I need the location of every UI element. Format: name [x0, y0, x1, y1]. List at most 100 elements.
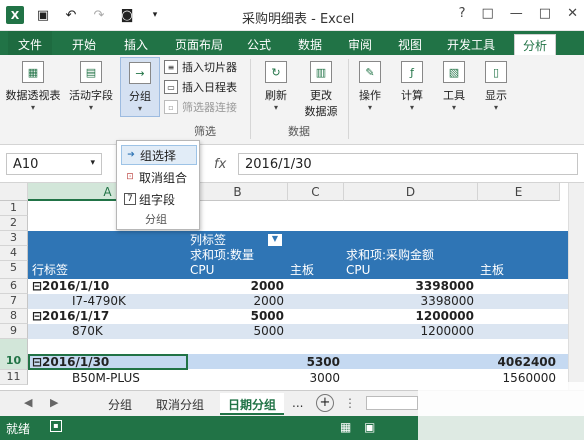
chevron-down-icon: ▾ [30, 103, 35, 112]
horizontal-scrollbar[interactable] [366, 396, 418, 410]
row-header[interactable]: 1 [0, 201, 28, 216]
row-header-selected[interactable]: 10 [0, 339, 28, 370]
date-group-label[interactable]: ⊟2016/1/10 [32, 279, 109, 294]
insert-slicer-button[interactable]: ≡ 插入切片器 [164, 59, 237, 75]
minimize-icon[interactable]: — [510, 6, 523, 21]
date-group-label[interactable]: ⊟2016/1/30 [32, 355, 109, 370]
tab-developer[interactable]: 开发工具 [447, 31, 495, 52]
tab-analyze[interactable]: 分析 [514, 34, 557, 55]
name-box[interactable]: A10 ▾ [6, 153, 102, 175]
filter-group-label: 筛选 [194, 125, 216, 138]
mainboard-header: 主板 [480, 263, 505, 277]
actions-button[interactable]: ✎ 操作 ▾ [352, 61, 388, 112]
save-icon[interactable]: ▣ [34, 6, 52, 24]
insert-function-button[interactable]: fx [214, 157, 226, 172]
pivot-table-button[interactable]: ▦ 数据透视表 ▾ [4, 61, 62, 112]
column-header-d[interactable]: D [344, 183, 478, 201]
pivot-table-icon: ▦ [22, 61, 44, 83]
row-header[interactable]: 6 [0, 279, 28, 294]
group-button[interactable]: → 分组 ▾ [120, 57, 160, 117]
change-source-label-1: 更改 [310, 89, 332, 102]
value-cell: 1200000 [420, 324, 474, 338]
column-header-e[interactable]: E [478, 183, 560, 201]
mainboard-header: 主板 [290, 263, 315, 277]
sheet-tab-active[interactable]: 日期分组 [220, 393, 285, 415]
help-icon[interactable]: ? [459, 6, 466, 21]
sheet-tab[interactable]: 取消分组 [148, 393, 212, 415]
tab-insert[interactable]: 插入 [124, 31, 148, 52]
macro-record-icon[interactable]: ▪ [50, 420, 62, 432]
window-title: 采购明细表 - Excel [242, 12, 355, 27]
add-sheet-icon[interactable]: + [316, 394, 334, 412]
more-sheets[interactable]: ... [284, 393, 311, 415]
tools-button[interactable]: ▧ 工具 ▾ [436, 61, 472, 112]
group-selection-label: 组选择 [140, 148, 177, 163]
row-header[interactable]: 8 [0, 309, 28, 324]
row-header[interactable]: 2 [0, 216, 28, 231]
active-field-button[interactable]: ▤ 活动字段 ▾ [64, 61, 118, 112]
page-layout-view-icon[interactable]: ▣ [364, 420, 375, 434]
select-all-corner[interactable] [0, 183, 28, 201]
tab-formulas[interactable]: 公式 [247, 31, 271, 52]
restore-ribbon-icon[interactable]: □ [482, 6, 494, 21]
refresh-button[interactable]: ↻ 刷新 ▾ [256, 61, 296, 112]
column-header-b[interactable]: B [188, 183, 288, 201]
item-label: 870K [72, 324, 103, 338]
item-label: I7-4790K [72, 294, 126, 308]
cpu-header: CPU [346, 263, 371, 277]
date-group-label[interactable]: ⊟2016/1/17 [32, 309, 109, 324]
tab-review[interactable]: 审阅 [348, 31, 372, 52]
scroll-right-icon[interactable]: ▶ [50, 396, 58, 409]
camera-icon[interactable]: ◙ [118, 6, 136, 24]
group-label: 分组 [129, 90, 151, 103]
filter-connections-button[interactable]: ▫ 筛选器连接 [164, 99, 237, 115]
row-header[interactable]: 7 [0, 294, 28, 309]
ungroup-icon: ⊡ [126, 172, 134, 182]
ungroup-item[interactable]: ⊡ 取消组合 [121, 167, 197, 187]
group-selection-item[interactable]: ➔ 组选择 [121, 145, 197, 165]
slicer-icon: ≡ [164, 60, 178, 74]
row-header[interactable]: 9 [0, 324, 28, 339]
value-cell: 5300 [306, 355, 340, 369]
column-header-c[interactable]: C [288, 183, 344, 201]
maximize-icon[interactable]: □ [539, 6, 551, 21]
row-stripe [28, 324, 568, 339]
customize-qat-icon[interactable]: ▾ [146, 6, 164, 24]
group-field-item[interactable]: 7 组字段 [121, 189, 197, 209]
close-icon[interactable]: ✕ [567, 6, 578, 21]
data-source-icon: ▥ [310, 61, 332, 83]
tab-file[interactable]: 文件 [8, 31, 53, 55]
tab-page-layout[interactable]: 页面布局 [175, 31, 223, 52]
tab-split-handle[interactable]: ⋮ [344, 396, 356, 410]
vertical-scrollbar[interactable] [568, 183, 584, 390]
scroll-left-icon[interactable]: ◀ [24, 396, 32, 409]
row-header[interactable]: 3 [0, 231, 28, 246]
formula-bar: A10 ▾ fx 2016/1/30 [0, 145, 584, 183]
value-cell: 3000 [309, 371, 340, 385]
chevron-down-icon: ▾ [273, 103, 278, 112]
change-data-source-button[interactable]: ▥ 更改 数据源 [298, 61, 344, 119]
undo-icon[interactable]: ↶ [62, 6, 80, 24]
row-header[interactable]: 5 [0, 261, 28, 279]
value-cell: 2000 [250, 279, 284, 293]
pivot-table-label: 数据透视表 [5, 89, 61, 102]
filter-dropdown-icon[interactable]: ▼ [268, 234, 282, 246]
row-header[interactable]: 11 [0, 370, 28, 385]
insert-timeline-button[interactable]: ▭ 插入日程表 [164, 79, 237, 95]
chevron-down-icon: ▾ [493, 103, 498, 112]
normal-view-icon[interactable]: ▦ [340, 420, 351, 434]
calculations-button[interactable]: ƒ 计算 ▾ [394, 61, 430, 112]
row-header[interactable]: 4 [0, 246, 28, 261]
formula-input[interactable]: 2016/1/30 [238, 153, 578, 175]
tab-home[interactable]: 开始 [72, 31, 96, 52]
show-button[interactable]: ▯ 显示 ▾ [478, 61, 514, 112]
tab-data[interactable]: 数据 [298, 31, 322, 52]
value-cell: 1200000 [415, 309, 474, 323]
tab-view[interactable]: 视图 [398, 31, 422, 52]
chevron-down-icon[interactable]: ▾ [90, 158, 95, 168]
cpu-header: CPU [190, 263, 215, 277]
redo-icon[interactable]: ↷ [90, 6, 108, 24]
worksheet-grid[interactable]: A B C D E 1 2 3 4 5 6 7 8 9 10 11 列标签 ▼ … [0, 183, 568, 390]
sheet-tab[interactable]: 分组 [100, 393, 140, 415]
group-field-label: 组字段 [139, 192, 176, 207]
